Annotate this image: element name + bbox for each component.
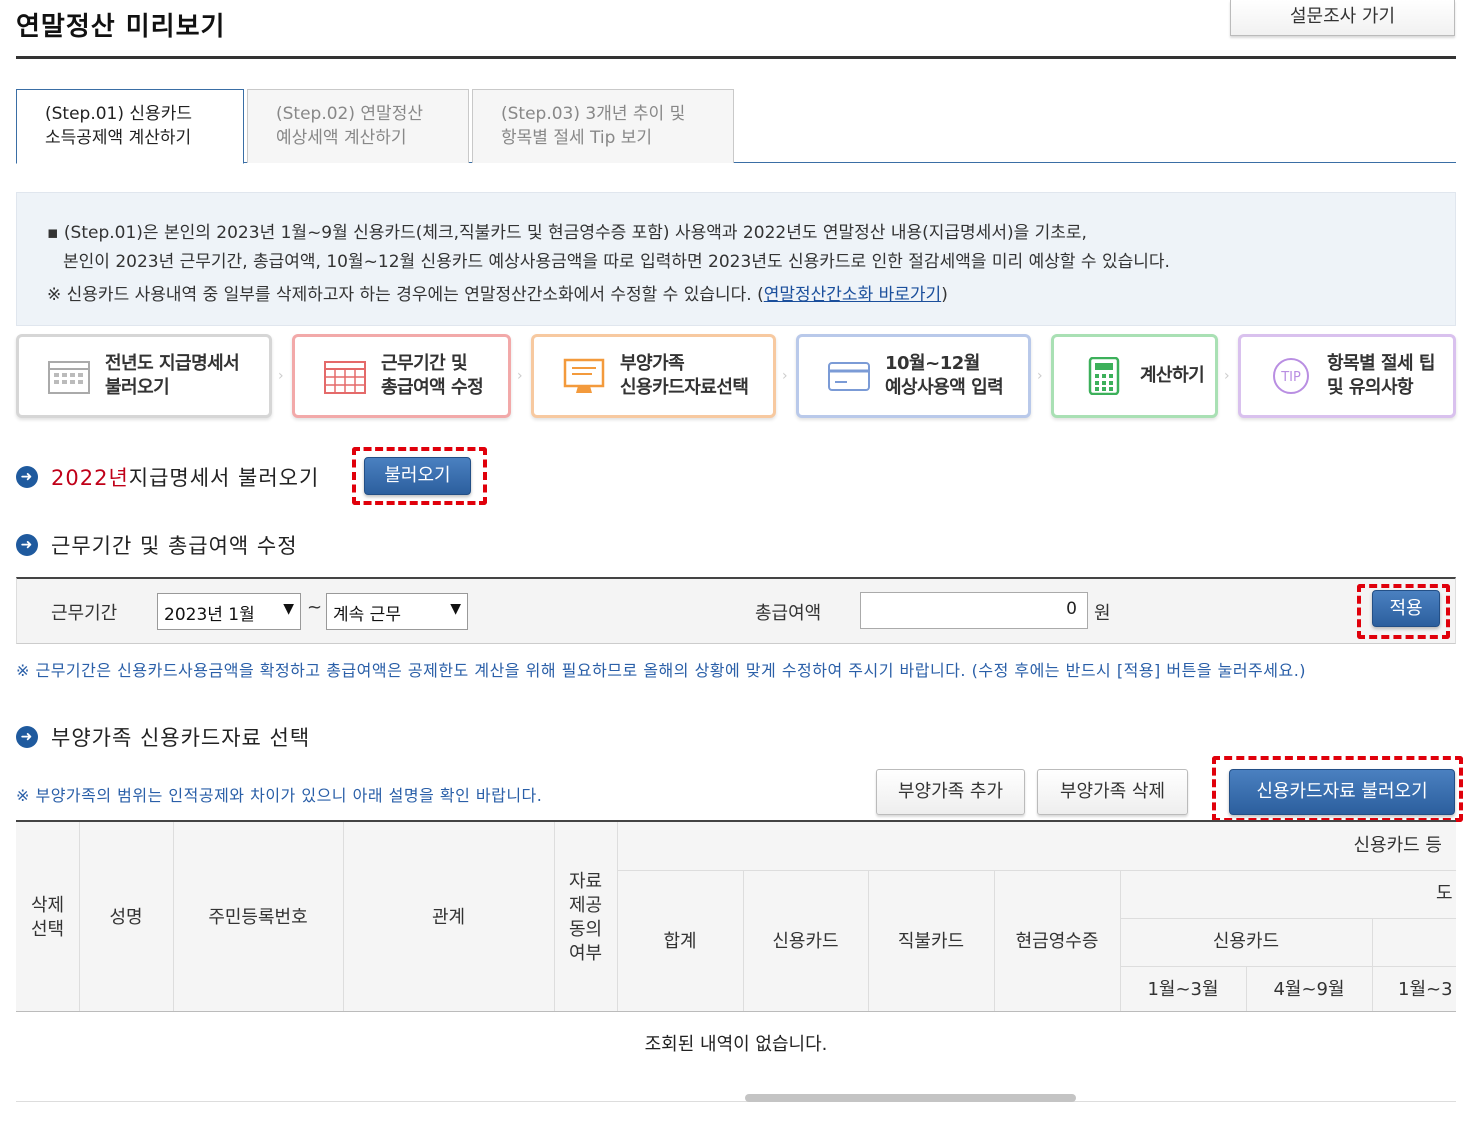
monitor-icon bbox=[560, 356, 608, 396]
section-load-statement: ➜ 2022년 지급명세서 불러오기 bbox=[16, 462, 319, 492]
step-arrow-icon: › bbox=[278, 368, 284, 384]
info-note: ※ 신용카드 사용내역 중 일부를 삭제하고자 하는 경우에는 연말정산간소화에… bbox=[47, 281, 1455, 310]
svg-text:TIP: TIP bbox=[1280, 370, 1301, 385]
tab-step02-line2: 예상세액 계산하기 bbox=[276, 128, 407, 148]
add-dependent-button[interactable]: 부양가족 추가 bbox=[876, 769, 1025, 815]
col-relation: 관계 bbox=[431, 907, 466, 928]
step3-line2: 신용카드자료선택 bbox=[620, 377, 749, 398]
dependents-hint: ※ 부양가족의 범위는 인적공제와 차이가 있으니 아래 설명을 확인 바랍니다… bbox=[16, 786, 543, 805]
period-start-select[interactable]: 2023년 1월 ▼ bbox=[157, 593, 301, 630]
col-sub-credit: 신용카드 bbox=[1212, 931, 1280, 952]
salary-label: 총급여액 bbox=[755, 603, 822, 624]
section-dependents-title: 부양가족 신용카드자료 선택 bbox=[51, 726, 311, 750]
period-form: 근무기간 2023년 1월 ▼ ~ 계속 근무 ▼ 총급여액 0 원 적용 bbox=[16, 577, 1456, 644]
col-consent: 자료 제공 동의 여부 bbox=[568, 871, 603, 964]
step4-line2: 예상사용액 입력 bbox=[885, 377, 1004, 398]
process-steps: 전년도 지급명세서불러오기 근무기간 및총급여액 수정 부양가족신용카드자료선택… bbox=[16, 334, 1456, 418]
empty-message: 조회된 내역이 없습니다. bbox=[16, 1012, 1456, 1102]
step6-line2: 및 유의사항 bbox=[1327, 377, 1414, 398]
step2-line2: 총급여액 수정 bbox=[381, 377, 484, 398]
highlight-box bbox=[352, 447, 487, 505]
step-arrow-icon: › bbox=[1224, 368, 1230, 384]
tab-step02-line1: (Step.02) 연말정산 bbox=[276, 104, 423, 124]
arrow-circle-icon: ➜ bbox=[16, 466, 38, 488]
info-note-suffix: ) bbox=[941, 285, 948, 305]
tab-step03[interactable]: (Step.03) 3개년 추이 및 항목별 절세 Tip 보기 bbox=[472, 89, 734, 163]
col-apr-sep: 4월~9월 bbox=[1273, 979, 1345, 1000]
period-end-select[interactable]: 계속 근무 ▼ bbox=[326, 593, 468, 630]
step-edit-period[interactable]: 근무기간 및총급여액 수정 bbox=[292, 334, 511, 418]
page-title: 연말정산 미리보기 bbox=[16, 12, 226, 42]
info-box: ▪ (Step.01)은 본인의 2023년 1월~9월 신용카드(체크,직불카… bbox=[16, 192, 1456, 326]
step-arrow-icon: › bbox=[517, 368, 523, 384]
arrow-circle-icon: ➜ bbox=[16, 726, 38, 748]
tip-icon: TIP bbox=[1267, 356, 1315, 396]
col-total: 합계 bbox=[663, 931, 697, 952]
info-line2: 본인이 2023년 근무기간, 총급여액, 10월~12월 신용카드 예상사용금… bbox=[63, 252, 1170, 272]
chevron-down-icon: ▼ bbox=[450, 601, 461, 617]
step3-line1: 부양가족 bbox=[620, 353, 685, 374]
step1-line1: 전년도 지급명세서 bbox=[105, 353, 240, 374]
chevron-down-icon: ▼ bbox=[283, 601, 294, 617]
section-edit-period-title: 근무기간 및 총급여액 수정 bbox=[51, 534, 298, 558]
step-arrow-icon: › bbox=[782, 368, 788, 384]
tab-step03-line2: 항목별 절세 Tip 보기 bbox=[501, 128, 653, 148]
info-line1: ▪ (Step.01)은 본인의 2023년 1월~9월 신용카드(체크,직불카… bbox=[47, 223, 1087, 243]
step1-line2: 불러오기 bbox=[105, 377, 170, 398]
col-credit: 신용카드 bbox=[772, 931, 839, 952]
col-name: 성명 bbox=[109, 907, 143, 928]
title-divider bbox=[16, 56, 1456, 59]
step2-line1: 근무기간 및 bbox=[381, 353, 468, 374]
col-jan-mar-2: 1월~3 bbox=[1398, 979, 1453, 1000]
tab-step02[interactable]: (Step.02) 연말정산 예상세액 계산하기 bbox=[247, 89, 469, 163]
col-rrn: 주민등록번호 bbox=[208, 907, 308, 928]
period-start-value: 2023년 1월 bbox=[164, 605, 255, 625]
tab-step03-line1: (Step.03) 3개년 추이 및 bbox=[501, 104, 686, 124]
tab-step01-line2: 소득공제액 계산하기 bbox=[45, 128, 192, 148]
card-icon bbox=[825, 356, 873, 396]
step-arrow-icon: › bbox=[1037, 368, 1043, 384]
section-load-statement-title: 지급명세서 불러오기 bbox=[128, 466, 320, 490]
tab-step01[interactable]: (Step.01) 신용카드 소득공제액 계산하기 bbox=[16, 89, 244, 164]
horizontal-scrollbar[interactable] bbox=[745, 1094, 1076, 1102]
section-edit-period: ➜ 근무기간 및 총급여액 수정 bbox=[16, 530, 298, 560]
step4-line1: 10월~12월 bbox=[885, 353, 980, 374]
step-tips[interactable]: TIP 항목별 절세 팁및 유의사항 bbox=[1238, 334, 1456, 418]
step5-line1: 계산하기 bbox=[1140, 365, 1205, 386]
step-expected-usage[interactable]: 10월~12월예상사용액 입력 bbox=[796, 334, 1031, 418]
step-calculate[interactable]: 계산하기 bbox=[1051, 334, 1218, 418]
step-tabs: (Step.01) 신용카드 소득공제액 계산하기 (Step.02) 연말정산… bbox=[16, 89, 1456, 164]
calculator-icon bbox=[1080, 356, 1128, 396]
highlight-box bbox=[1357, 584, 1450, 639]
section-dependents: ➜ 부양가족 신용카드자료 선택 bbox=[16, 722, 310, 752]
step6-line1: 항목별 절세 팁 bbox=[1327, 353, 1435, 374]
survey-button[interactable]: 설문조사 가기 bbox=[1230, 0, 1455, 36]
step-dependents[interactable]: 부양가족신용카드자료선택 bbox=[531, 334, 776, 418]
salary-unit: 원 bbox=[1094, 603, 1111, 624]
tilde: ~ bbox=[307, 597, 323, 618]
calendar-grid-icon bbox=[321, 356, 369, 396]
info-note-prefix: ※ 신용카드 사용내역 중 일부를 삭제하고자 하는 경우에는 연말정산간소화에… bbox=[47, 285, 764, 305]
arrow-circle-icon: ➜ bbox=[16, 534, 38, 556]
col-group-credit: 신용카드 등 bbox=[1353, 835, 1442, 856]
col-cash-receipt: 현금영수증 bbox=[1015, 931, 1099, 952]
col-partial-header: 도 bbox=[1436, 883, 1453, 904]
salary-input[interactable]: 0 bbox=[860, 592, 1088, 629]
period-label: 근무기간 bbox=[51, 603, 118, 624]
dependents-table-header: 삭제 선택 성명 주민등록번호 관계 자료 제공 동의 여부 신용카드 등 합계… bbox=[16, 820, 1456, 1012]
statement-year: 2022년 bbox=[51, 466, 129, 490]
period-hint: ※ 근무기간은 신용카드사용금액을 확정하고 총급여액은 공제한도 계산을 위해… bbox=[16, 661, 1307, 680]
col-delete-select: 삭제 선택 bbox=[30, 895, 65, 940]
highlight-box bbox=[1212, 756, 1463, 822]
tab-step01-line1: (Step.01) 신용카드 bbox=[45, 104, 192, 124]
delete-dependent-button[interactable]: 부양가족 삭제 bbox=[1037, 769, 1188, 815]
col-jan-mar: 1월~3월 bbox=[1147, 979, 1219, 1000]
period-end-value: 계속 근무 bbox=[333, 605, 401, 625]
col-debit: 직불카드 bbox=[897, 931, 965, 952]
step-load-statement[interactable]: 전년도 지급명세서불러오기 bbox=[16, 334, 272, 418]
calendar-icon bbox=[45, 356, 93, 396]
simplified-service-link[interactable]: 연말정산간소화 바로가기 bbox=[764, 285, 941, 305]
